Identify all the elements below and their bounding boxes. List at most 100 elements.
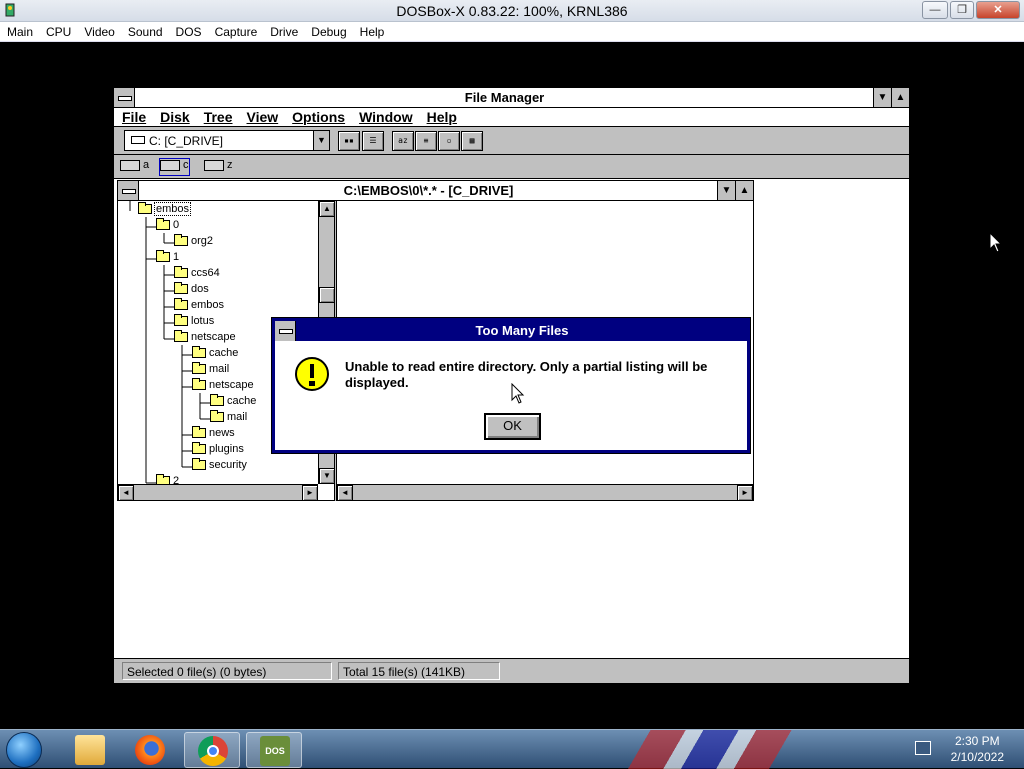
dialog-title: Too Many Files <box>475 323 569 338</box>
menu-video[interactable]: Video <box>77 22 120 39</box>
menu-drive[interactable]: Drive <box>263 22 304 39</box>
scroll-right-icon[interactable]: ► <box>302 485 318 501</box>
drive-z[interactable]: z <box>204 159 233 175</box>
menu-sound[interactable]: Sound <box>121 22 169 39</box>
network-icon[interactable] <box>915 741 931 755</box>
folder-icon <box>192 458 206 471</box>
files-horizontal-scrollbar[interactable]: ◄ ► <box>337 484 753 501</box>
fm-menu-window[interactable]: Window <box>351 108 419 125</box>
host-menu-bar: Main CPU Video Sound DOS Capture Drive Debug Hel… <box>0 22 1024 42</box>
tree-node[interactable]: netscape <box>174 330 236 347</box>
fm-menu-options[interactable]: Options <box>284 108 351 125</box>
menu-main[interactable]: Main <box>0 22 39 39</box>
tree-node[interactable]: cache <box>192 346 239 363</box>
drive-combo[interactable]: C: [C_DRIVE] ▼ <box>124 130 330 151</box>
tree-node[interactable]: dos <box>174 282 209 299</box>
taskbar-dosbox[interactable]: DOS <box>246 732 302 768</box>
tree-node-label: 2 <box>173 475 180 484</box>
tree-node-label: dos <box>191 283 209 295</box>
tree-node[interactable]: 2 <box>156 474 180 484</box>
taskbar-explorer[interactable] <box>62 732 118 768</box>
taskbar-firefox[interactable] <box>122 732 178 768</box>
dialog-message: Unable to read entire directory. Only a … <box>345 359 708 390</box>
sort-by-size-icon[interactable]: ▫ <box>438 131 460 151</box>
sort-by-date-icon[interactable]: ▦ <box>461 131 483 151</box>
tree-node-label: embos <box>153 202 192 216</box>
drive-c[interactable]: c <box>159 158 190 176</box>
large-icons-view-icon[interactable]: ▪▪ <box>338 131 360 151</box>
tree-node-label: ccs64 <box>191 267 220 279</box>
start-button[interactable] <box>6 732 42 768</box>
tree-node[interactable]: ccs64 <box>174 266 220 283</box>
drive-a-label: a <box>143 159 150 171</box>
hard-drive-icon <box>204 159 224 171</box>
fm-menu-help[interactable]: Help <box>419 108 463 125</box>
minimize-button[interactable]: — <box>922 1 948 19</box>
fm-menu-disk[interactable]: Disk <box>152 108 196 125</box>
fm-minimize-arrow-icon[interactable]: ▼ <box>873 88 891 107</box>
scroll-left-icon[interactable]: ◄ <box>337 485 353 501</box>
menu-cpu[interactable]: CPU <box>39 22 77 39</box>
menu-help[interactable]: Help <box>353 22 391 39</box>
tree-node-label: plugins <box>209 443 244 455</box>
details-view-icon[interactable]: ☰ <box>362 131 384 151</box>
fm-toolbar: C: [C_DRIVE] ▼ ▪▪ ☰ az ≡ ▫ ▦ <box>114 127 909 155</box>
fm-control-menu-box[interactable] <box>114 88 135 107</box>
folder-icon <box>138 202 152 215</box>
tree-node-label: 1 <box>173 251 180 263</box>
tree-node[interactable]: mail <box>192 362 229 379</box>
close-button[interactable]: ✕ <box>976 1 1020 19</box>
scroll-thumb[interactable] <box>319 287 335 303</box>
tree-node[interactable]: mail <box>210 410 247 427</box>
system-clock[interactable]: 2:30 PM 2/10/2022 <box>951 733 1004 765</box>
hard-drive-icon <box>131 136 145 144</box>
dialog-control-menu-box[interactable] <box>275 321 296 341</box>
directory-maximize-arrow-icon[interactable]: ▲ <box>735 181 753 200</box>
directory-minimize-arrow-icon[interactable]: ▼ <box>717 181 735 200</box>
scroll-right-icon[interactable]: ► <box>737 485 753 501</box>
scroll-down-icon[interactable]: ▼ <box>319 468 335 484</box>
menu-capture[interactable]: Capture <box>208 22 264 39</box>
directory-control-menu-box[interactable] <box>118 181 139 200</box>
tree-node[interactable]: cache <box>210 394 256 411</box>
tree-node[interactable]: embos <box>174 298 224 315</box>
tree-node[interactable]: plugins <box>192 442 244 459</box>
fm-menu-view[interactable]: View <box>239 108 285 125</box>
menu-debug[interactable]: Debug <box>304 22 352 39</box>
chevron-down-icon[interactable]: ▼ <box>313 131 329 150</box>
drive-c-label: c <box>183 159 189 171</box>
scroll-left-icon[interactable]: ◄ <box>118 485 134 501</box>
taskbar-chrome[interactable] <box>184 732 240 768</box>
tree-node-label: 0 <box>173 219 180 231</box>
tree-node[interactable]: security <box>192 458 247 475</box>
folder-icon <box>174 330 188 343</box>
tree-node[interactable]: news <box>192 426 235 443</box>
sort-by-type-icon[interactable]: ≡ <box>415 131 437 151</box>
tree-node[interactable]: embos <box>138 202 192 219</box>
tree-horizontal-scrollbar[interactable]: ◄ ► <box>118 484 318 501</box>
tree-node-label: cache <box>209 347 239 359</box>
maximize-button[interactable]: ❐ <box>950 1 974 19</box>
status-total: Total 15 file(s) (141KB) <box>338 662 500 680</box>
mouse-cursor-icon <box>511 383 525 404</box>
tree-node[interactable]: org2 <box>174 234 213 251</box>
tree-node[interactable]: 0 <box>156 218 180 235</box>
menu-dos[interactable]: DOS <box>169 22 208 39</box>
tree-node-label: news <box>209 427 235 439</box>
fm-menu-file[interactable]: File <box>114 108 152 125</box>
status-bar: Selected 0 file(s) (0 bytes) Total 15 fi… <box>114 658 909 683</box>
scroll-up-icon[interactable]: ▲ <box>319 201 335 217</box>
dosbox-icon: DOS <box>260 736 290 766</box>
host-title-bar: DOSBox-X 0.83.22: 100%, KRNL386 — ❐ ✕ <box>0 0 1024 22</box>
tree-node[interactable]: lotus <box>174 314 214 331</box>
fm-maximize-arrow-icon[interactable]: ▲ <box>891 88 909 107</box>
folder-icon <box>192 426 206 439</box>
tree-node[interactable]: netscape <box>192 378 254 395</box>
sort-by-name-icon[interactable]: az <box>392 131 414 151</box>
drive-a[interactable]: a <box>120 159 149 175</box>
hard-drive-icon <box>160 159 180 171</box>
fm-menu-tree[interactable]: Tree <box>196 108 239 125</box>
ok-button[interactable]: OK <box>484 413 541 440</box>
fm-title-bar: File Manager ▼ ▲ <box>114 88 909 108</box>
tree-node[interactable]: 1 <box>156 250 180 267</box>
